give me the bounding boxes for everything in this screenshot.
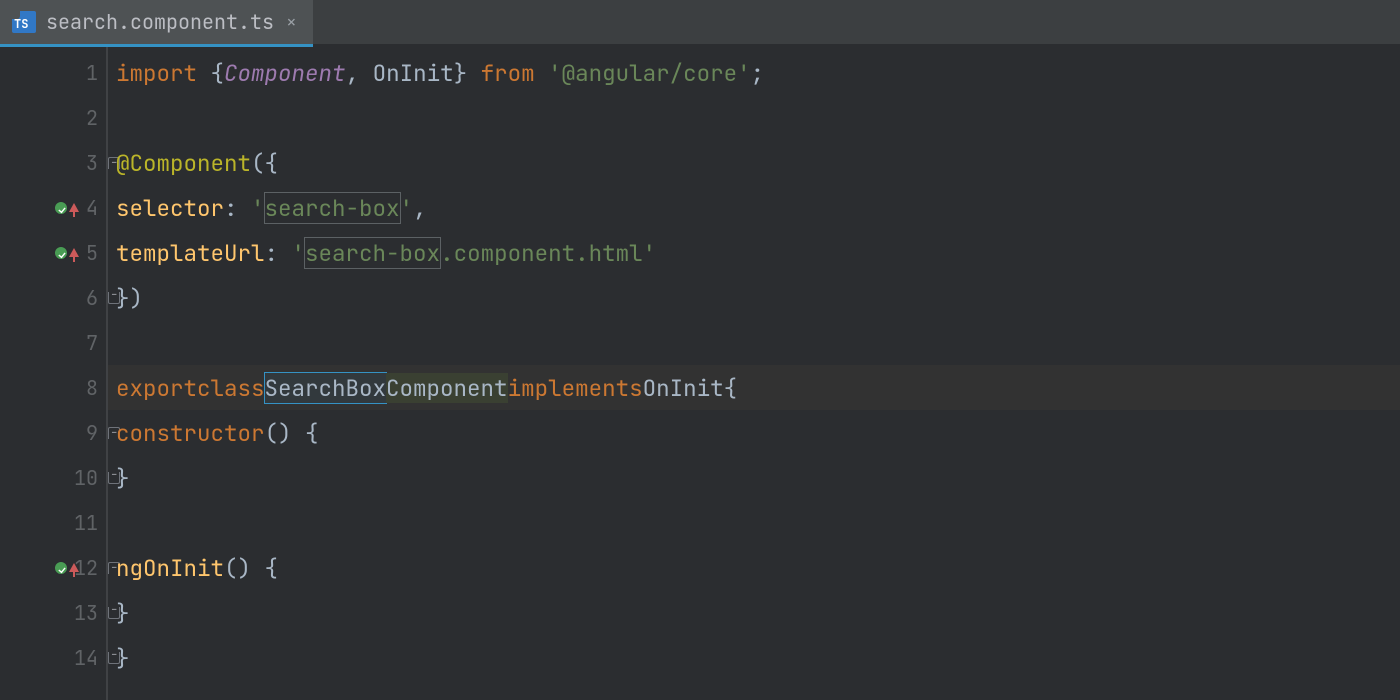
code-line[interactable]	[108, 500, 1400, 545]
file-tab[interactable]: TS search.component.ts ×	[0, 0, 313, 44]
code-line[interactable]: templateUrl: 'search-box.component.html'	[108, 230, 1400, 275]
arrow-up-icon	[69, 248, 79, 257]
gutter-line[interactable]: 9	[0, 410, 106, 455]
override-marker-icon[interactable]	[54, 561, 68, 575]
code-area[interactable]: import {Component, OnInit} from '@angula…	[108, 44, 1400, 700]
gutter-line[interactable]: 5	[0, 230, 106, 275]
code-line[interactable]: })	[108, 275, 1400, 320]
gutter-line[interactable]: 12	[0, 545, 106, 590]
gutter-line[interactable]: 11	[0, 500, 106, 545]
code-line[interactable]: @Component({	[108, 140, 1400, 185]
code-line[interactable]: ngOnInit() {	[108, 545, 1400, 590]
override-marker-icon[interactable]	[54, 201, 68, 215]
gutter-line[interactable]: 2	[0, 95, 106, 140]
tab-filename: search.component.ts	[46, 9, 274, 35]
code-line[interactable]	[108, 320, 1400, 365]
code-line[interactable]	[108, 95, 1400, 140]
gutter-line[interactable]: 1	[0, 50, 106, 95]
gutter-line[interactable]: 10	[0, 455, 106, 500]
code-line[interactable]: }	[108, 590, 1400, 635]
code-line[interactable]: import {Component, OnInit} from '@angula…	[108, 50, 1400, 95]
override-marker-icon[interactable]	[54, 246, 68, 260]
rename-occurrence: search-box	[305, 238, 440, 268]
code-line[interactable]: }	[108, 455, 1400, 500]
gutter: 1 2 3 4 5 6 7 8 9 10 11 12 13 14	[0, 44, 108, 700]
code-line[interactable]: constructor() {	[108, 410, 1400, 455]
typescript-file-icon: TS	[12, 11, 36, 33]
close-tab-button[interactable]: ×	[284, 11, 299, 34]
code-editor[interactable]: 1 2 3 4 5 6 7 8 9 10 11 12 13 14 import …	[0, 44, 1400, 700]
code-line[interactable]: }	[108, 635, 1400, 680]
arrow-up-icon	[69, 563, 79, 572]
code-line-current[interactable]: export class SearchBoxComponent implemen…	[108, 365, 1400, 410]
gutter-line[interactable]: 6	[0, 275, 106, 320]
rename-occurrence: search-box	[265, 193, 400, 223]
gutter-line[interactable]: 7	[0, 320, 106, 365]
gutter-line[interactable]: 3	[0, 140, 106, 185]
gutter-line[interactable]: 13	[0, 590, 106, 635]
code-line[interactable]: selector: 'search-box',	[108, 185, 1400, 230]
gutter-line[interactable]: 4	[0, 185, 106, 230]
rename-target: SearchBox	[265, 373, 387, 403]
arrow-up-icon	[69, 203, 79, 212]
gutter-line[interactable]: 14	[0, 635, 106, 680]
tab-bar: TS search.component.ts ×	[0, 0, 1400, 44]
gutter-line[interactable]: 8	[0, 365, 106, 410]
